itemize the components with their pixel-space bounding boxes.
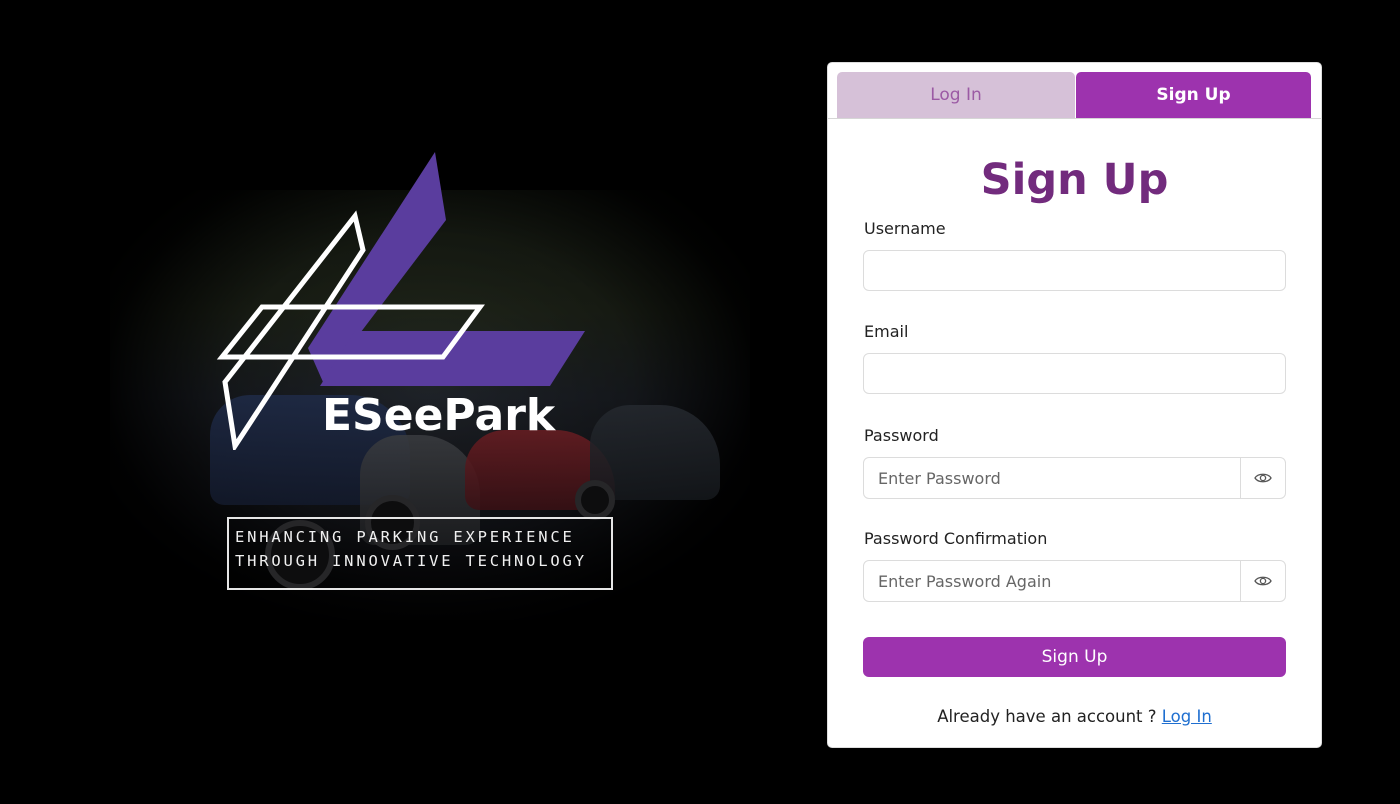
password-visibility-toggle[interactable] (1240, 457, 1286, 499)
tab-signup[interactable]: Sign Up (1076, 72, 1311, 118)
password-confirmation-input[interactable] (863, 560, 1241, 602)
auth-tabs: Log In Sign Up (828, 63, 1321, 119)
wheel-shape (575, 480, 615, 520)
signup-submit-button[interactable]: Sign Up (863, 637, 1286, 677)
auth-card: Log In Sign Up Sign Up Username Email Pa… (827, 62, 1322, 748)
password-confirmation-visibility-toggle[interactable] (1240, 560, 1286, 602)
tagline-box: ENHANCING PARKING EXPERIENCE THROUGH INN… (227, 517, 613, 590)
login-link[interactable]: Log In (1162, 707, 1212, 726)
brand-hero: ESeePark ENHANCING PARKING EXPERIENCE TH… (110, 150, 750, 620)
login-prompt: Already have an account ? Log In (828, 707, 1321, 726)
password-input[interactable] (863, 457, 1241, 499)
tagline-line-2: THROUGH INNOVATIVE TECHNOLOGY (235, 552, 587, 570)
tagline-line-1: ENHANCING PARKING EXPERIENCE (235, 528, 575, 546)
form-title: Sign Up (980, 155, 1169, 205)
email-input[interactable] (863, 353, 1286, 394)
username-input[interactable] (863, 250, 1286, 291)
login-prompt-text: Already have an account ? (937, 707, 1157, 726)
eye-icon (1254, 473, 1272, 483)
password-confirmation-label: Password Confirmation (864, 529, 1048, 548)
tab-login[interactable]: Log In (837, 72, 1075, 118)
username-label: Username (864, 219, 946, 238)
email-label: Email (864, 322, 909, 341)
password-label: Password (864, 426, 939, 445)
eye-icon (1254, 576, 1272, 586)
brand-name: ESeePark (322, 390, 556, 441)
